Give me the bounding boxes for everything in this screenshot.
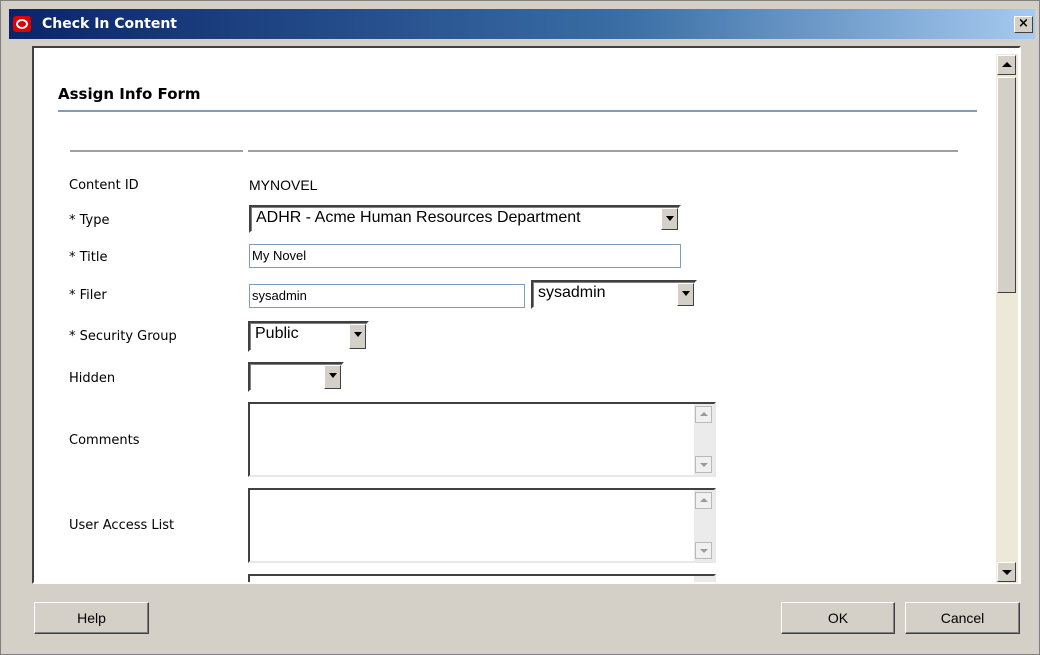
- content-id-value: MYNOVEL: [249, 177, 318, 193]
- user-access-list-textarea[interactable]: [248, 488, 716, 563]
- user-access-list-scrollbar[interactable]: [694, 490, 714, 561]
- form-heading: Assign Info Form: [58, 85, 201, 103]
- chevron-down-icon[interactable]: [324, 365, 341, 389]
- hidden-label: Hidden: [69, 371, 116, 386]
- help-button[interactable]: Help: [34, 602, 149, 634]
- comments-textarea[interactable]: [248, 402, 716, 477]
- security-group-select[interactable]: Public: [248, 321, 369, 352]
- value-column-divider: [248, 150, 958, 152]
- chevron-down-icon[interactable]: [677, 283, 694, 306]
- comments-scrollbar[interactable]: [694, 404, 714, 475]
- cancel-button[interactable]: Cancel: [905, 602, 1020, 634]
- check-in-content-dialog: Check In Content × Assign Info Form Cont…: [0, 0, 1040, 655]
- close-button[interactable]: ×: [1014, 16, 1033, 33]
- filer-label: * Filer: [69, 288, 107, 303]
- form-scrollbar[interactable]: [996, 54, 1018, 583]
- scroll-down-icon[interactable]: [997, 562, 1016, 582]
- filer-select-value: sysadmin: [538, 284, 606, 301]
- chevron-down-icon[interactable]: [349, 324, 366, 349]
- scroll-up-icon[interactable]: [695, 492, 712, 509]
- title-bar[interactable]: Check In Content ×: [9, 9, 1035, 39]
- user-access-list-label: User Access List: [69, 518, 175, 533]
- window-title: Check In Content: [42, 16, 177, 32]
- security-group-select-value: Public: [255, 325, 299, 342]
- type-select-value: ADHR - Acme Human Resources Department: [256, 209, 581, 226]
- scroll-up-icon[interactable]: [695, 406, 712, 423]
- ok-button[interactable]: OK: [781, 602, 895, 634]
- scroll-down-icon[interactable]: [695, 542, 712, 559]
- form-panel: Assign Info Form Content ID MYNOVEL * Ty…: [32, 46, 1021, 584]
- scrollbar-thumb[interactable]: [997, 77, 1016, 293]
- label-column-divider: [70, 150, 243, 152]
- comments-label: Comments: [69, 433, 140, 448]
- oracle-logo-icon: [13, 16, 31, 32]
- type-label: * Type: [69, 213, 110, 228]
- security-group-label: * Security Group: [69, 329, 177, 344]
- next-field-scrollbar[interactable]: [694, 576, 714, 582]
- filer-select[interactable]: sysadmin: [531, 280, 697, 309]
- scroll-up-icon[interactable]: [997, 55, 1016, 75]
- filer-input[interactable]: sysadmin: [249, 284, 525, 308]
- heading-divider: [58, 110, 977, 112]
- content-id-label: Content ID: [69, 178, 139, 193]
- type-select[interactable]: ADHR - Acme Human Resources Department: [249, 205, 681, 233]
- scroll-down-icon[interactable]: [695, 456, 712, 473]
- title-label: * Title: [69, 250, 108, 265]
- hidden-select[interactable]: [248, 362, 344, 392]
- chevron-down-icon[interactable]: [661, 208, 678, 230]
- title-input[interactable]: My Novel: [249, 244, 681, 268]
- next-field-textarea[interactable]: [248, 574, 716, 582]
